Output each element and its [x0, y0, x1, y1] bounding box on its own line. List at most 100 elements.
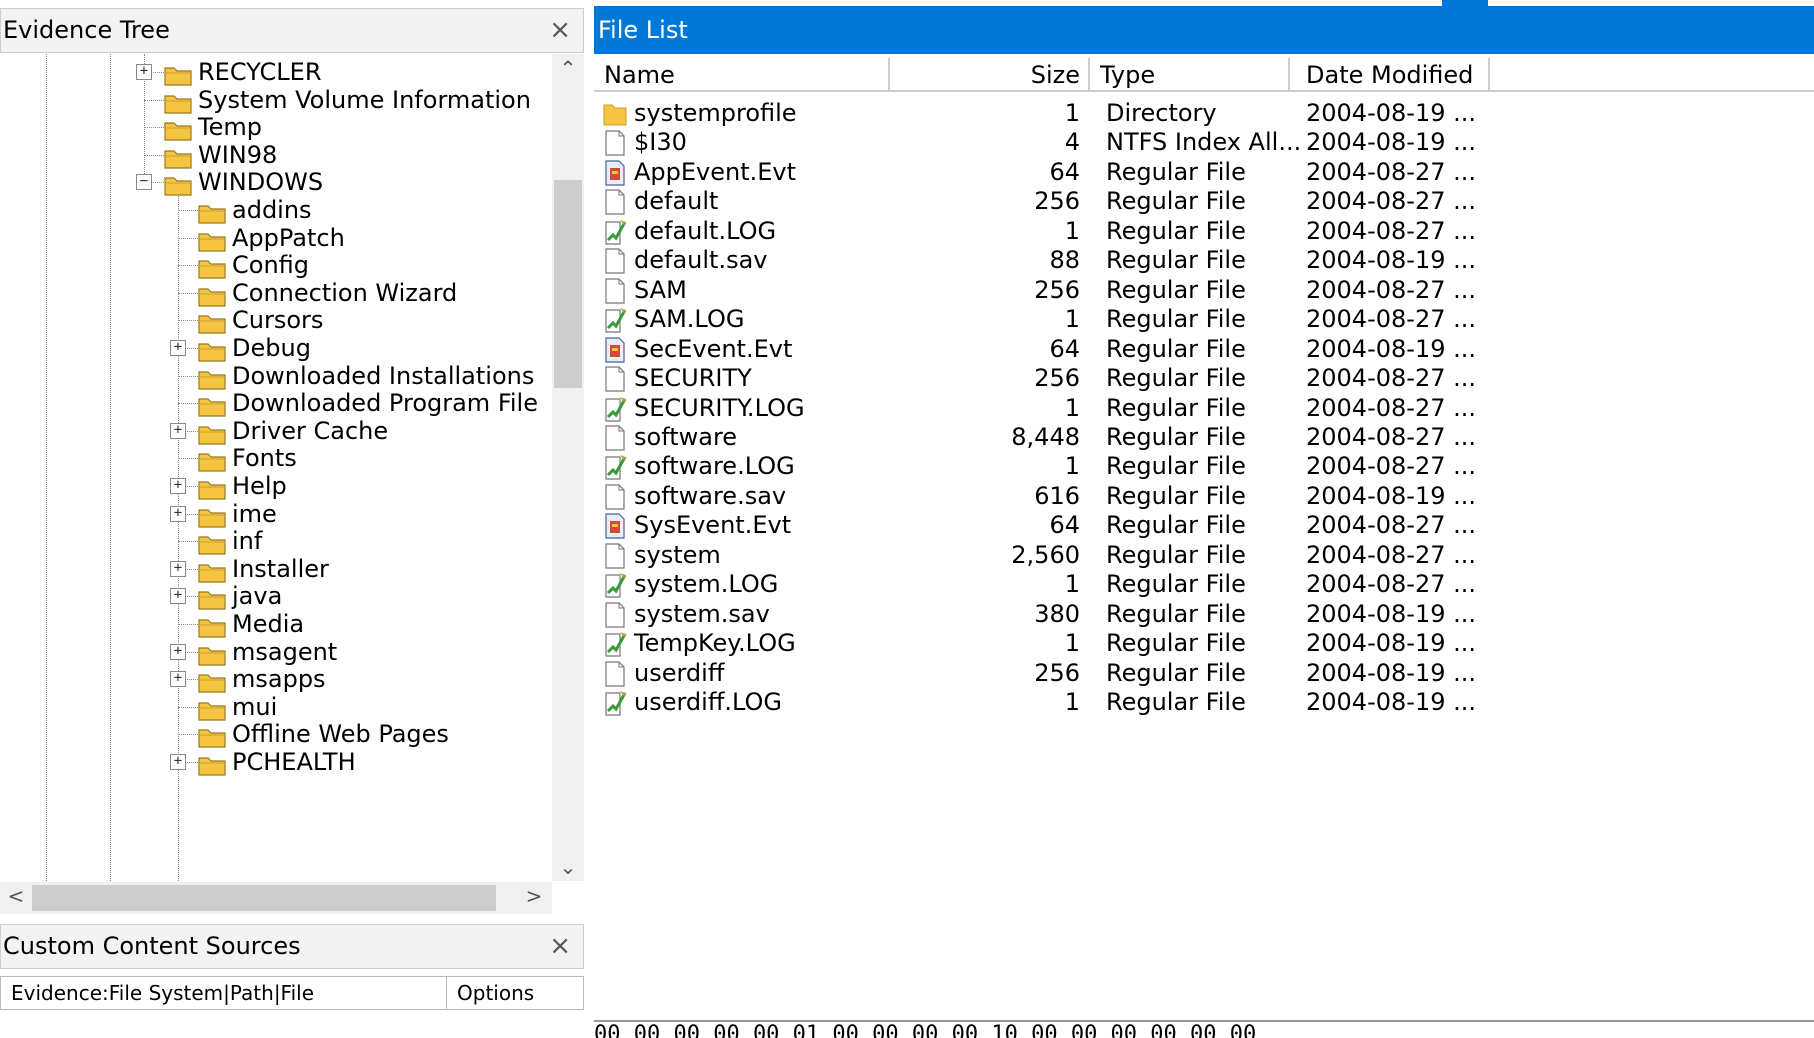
event-log-icon — [602, 159, 628, 187]
file-type: Regular File — [1106, 688, 1246, 716]
folder-icon — [198, 614, 226, 638]
scroll-down-icon[interactable]: ⌄ — [552, 855, 584, 879]
folder-icon — [198, 200, 226, 224]
tree-connector — [178, 624, 198, 625]
file-list-panel: File List Name Size Type Date Modified s… — [594, 0, 1814, 1038]
log-file-icon — [602, 689, 628, 717]
scroll-right-icon[interactable]: > — [518, 884, 550, 908]
file-date-modified: 2004-08-19 ... — [1306, 688, 1476, 716]
hex-preview: 00 00 00 00 00 01 00 00 00 00 10 00 00 0… — [594, 1020, 1814, 1038]
expand-toggle-icon[interactable]: + — [170, 754, 186, 770]
close-icon[interactable]: × — [549, 925, 571, 968]
tree-connector — [178, 706, 198, 708]
expand-toggle-icon[interactable]: + — [170, 505, 186, 522]
tree-connector — [178, 237, 198, 239]
scrollbar-thumb[interactable] — [554, 180, 582, 388]
tree-item-label: PCHEALTH — [232, 748, 356, 776]
file-name: userdiff.LOG — [634, 688, 782, 716]
file-icon — [602, 601, 628, 629]
folder-icon — [198, 448, 226, 472]
folder-icon — [198, 421, 226, 445]
file-icon — [602, 424, 628, 452]
log-file-icon — [602, 218, 628, 246]
file-icon — [602, 660, 628, 688]
folder-icon — [198, 724, 226, 748]
tree-item[interactable]: + PCHEALTH — [0, 746, 552, 778]
evidence-tree-title: Evidence Tree — [3, 16, 170, 44]
column-header-options[interactable]: Options — [447, 977, 583, 1009]
tree-horizontal-scrollbar[interactable]: < > — [0, 882, 552, 914]
column-header-type[interactable]: Type — [1090, 58, 1290, 92]
custom-sources-title: Custom Content Sources — [3, 932, 301, 960]
tree-connector — [144, 154, 164, 156]
file-size: 1 — [1064, 688, 1080, 716]
scrollbar-thumb[interactable] — [32, 885, 496, 911]
folder-icon — [198, 393, 226, 417]
event-log-icon — [602, 512, 628, 540]
tree-connector — [178, 734, 198, 736]
tree-vertical-scrollbar[interactable]: ⌃ ⌄ — [552, 54, 584, 881]
expand-toggle-icon[interactable]: + — [170, 340, 186, 356]
file-row[interactable]: userdiff.LOG 1 Regular File 2004-08-19 ... — [594, 685, 1814, 719]
folder-icon — [602, 100, 628, 128]
expand-toggle-icon[interactable]: + — [170, 588, 186, 605]
scroll-up-icon[interactable]: ⌃ — [552, 56, 584, 80]
column-header-date-modified[interactable]: Date Modified — [1290, 58, 1490, 92]
folder-icon — [198, 255, 226, 279]
folder-icon — [198, 366, 226, 390]
folder-icon — [164, 172, 192, 196]
folder-icon — [198, 752, 226, 776]
tree-connector — [178, 458, 198, 460]
folder-icon — [198, 642, 226, 666]
tree-connector — [178, 541, 198, 543]
expand-toggle-icon[interactable]: + — [170, 643, 186, 660]
expand-toggle-icon[interactable]: + — [170, 478, 186, 494]
file-icon — [602, 247, 628, 275]
close-icon[interactable]: × — [549, 9, 571, 52]
tree-connector — [144, 127, 164, 129]
file-icon — [602, 129, 628, 157]
folder-icon — [164, 62, 192, 86]
file-icon — [602, 277, 628, 305]
folder-icon — [164, 145, 192, 169]
expand-toggle-icon[interactable]: + — [170, 422, 186, 439]
column-header-size[interactable]: Size — [890, 58, 1090, 92]
file-list-title: File List — [594, 6, 1814, 54]
expand-toggle-icon[interactable]: − — [136, 174, 152, 191]
folder-icon — [198, 531, 226, 555]
event-log-icon — [602, 336, 628, 364]
log-file-icon — [602, 395, 628, 423]
log-file-icon — [602, 571, 628, 599]
column-header-name[interactable]: Name — [594, 58, 890, 92]
tree-connector — [178, 210, 198, 211]
tree-connector — [144, 99, 164, 101]
evidence-tree-header: Evidence Tree × — [0, 8, 584, 53]
left-panel: Evidence Tree × + RECYCLER System Volume I… — [0, 0, 587, 1038]
tree-connector — [178, 292, 198, 294]
log-file-icon — [602, 630, 628, 658]
expand-toggle-icon[interactable]: + — [136, 64, 152, 80]
tree-connector — [178, 320, 198, 322]
folder-icon — [164, 117, 192, 141]
folder-icon — [198, 283, 226, 307]
evidence-tree[interactable]: + RECYCLER System Volume Information Temp WI… — [0, 54, 552, 881]
folder-icon — [164, 90, 192, 114]
expand-toggle-icon[interactable]: + — [170, 671, 186, 688]
folder-icon — [198, 310, 226, 334]
folder-icon — [198, 338, 226, 362]
file-icon — [602, 188, 628, 216]
expand-toggle-icon[interactable]: + — [170, 560, 186, 577]
scroll-left-icon[interactable]: < — [0, 884, 32, 908]
file-icon — [602, 365, 628, 393]
log-file-icon — [602, 306, 628, 334]
folder-icon — [198, 504, 226, 528]
log-file-icon — [602, 453, 628, 481]
custom-sources-table-header: Evidence:File System|Path|File Options — [0, 976, 584, 1010]
custom-sources-header: Custom Content Sources × — [0, 924, 584, 969]
folder-icon — [198, 476, 226, 500]
tree-connector — [178, 403, 198, 405]
column-header-evidence[interactable]: Evidence:File System|Path|File — [1, 977, 447, 1009]
folder-icon — [198, 228, 226, 252]
tree-connector — [178, 265, 198, 267]
folder-icon — [198, 559, 226, 583]
